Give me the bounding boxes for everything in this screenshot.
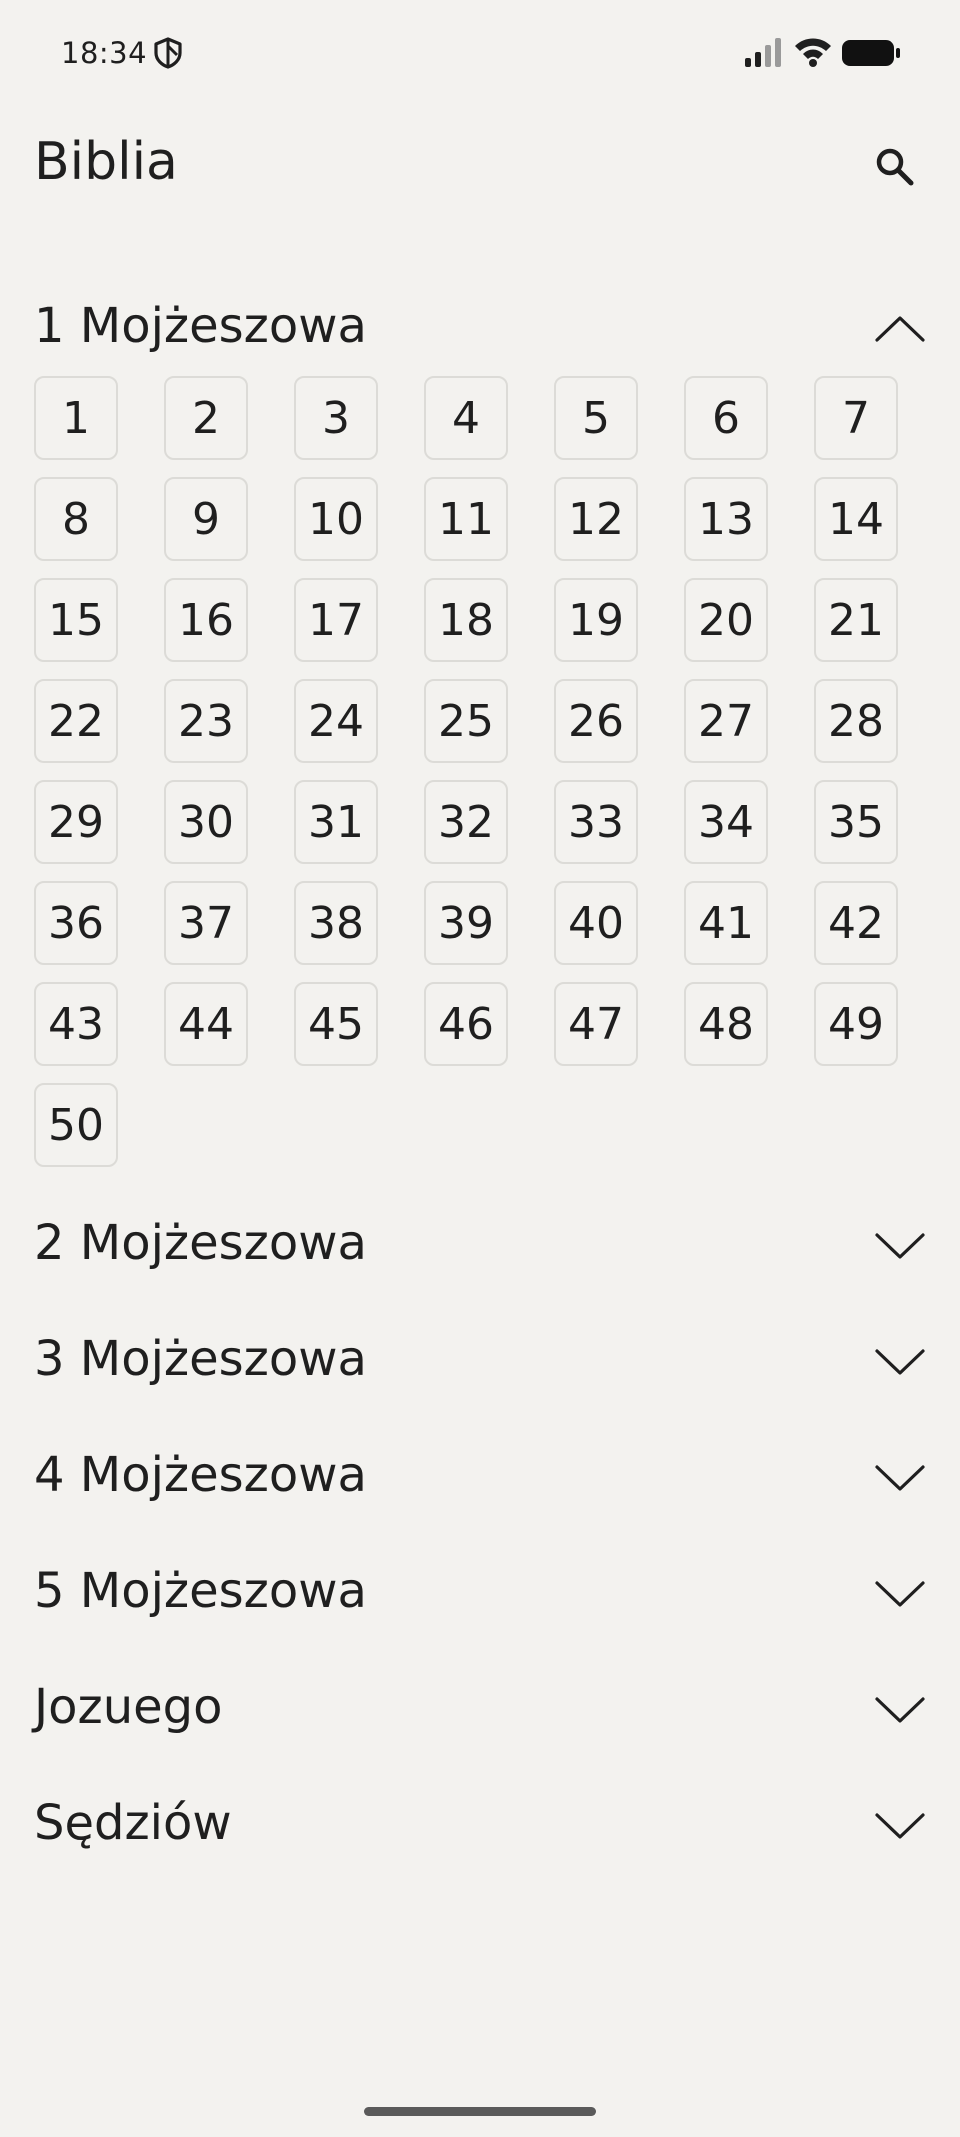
chapter-button[interactable]: 34 (684, 780, 768, 864)
chevron-down-icon (875, 1581, 925, 1607)
chapter-button[interactable]: 28 (814, 679, 898, 763)
book-header[interactable]: 3 Mojżeszowa (0, 1303, 960, 1419)
chapter-button[interactable]: 48 (684, 982, 768, 1066)
chevron-down-icon (875, 1349, 925, 1375)
chapter-button[interactable]: 42 (814, 881, 898, 965)
status-time: 18:34 (61, 36, 148, 70)
book-section: Jozuego (0, 1651, 960, 1767)
chapter-button[interactable]: 7 (814, 376, 898, 460)
chapter-button[interactable]: 25 (424, 679, 508, 763)
cellular-signal-icon (745, 38, 781, 67)
chapter-button[interactable]: 27 (684, 679, 768, 763)
book-title: 5 Mojżeszowa (34, 1563, 367, 1619)
chevron-down-icon (875, 1813, 925, 1839)
chapter-button[interactable]: 31 (294, 780, 378, 864)
chapter-button[interactable]: 29 (34, 780, 118, 864)
book-section: 1 Mojżeszowa 1 2 3 4 5 6 7 8 9 10 11 12 13 14 15 16 17 18… (0, 286, 960, 1187)
chapter-button[interactable]: 22 (34, 679, 118, 763)
chapter-button[interactable]: 21 (814, 578, 898, 662)
chapter-button[interactable]: 24 (294, 679, 378, 763)
chapter-button[interactable]: 49 (814, 982, 898, 1066)
search-button[interactable] (866, 138, 924, 196)
chevron-down-icon (875, 1233, 925, 1259)
chapter-button[interactable]: 32 (424, 780, 508, 864)
chapter-button[interactable]: 47 (554, 982, 638, 1066)
chapter-button[interactable]: 38 (294, 881, 378, 965)
book-section: 5 Mojżeszowa (0, 1535, 960, 1651)
chapter-button[interactable]: 46 (424, 982, 508, 1066)
chapter-button[interactable]: 6 (684, 376, 768, 460)
book-section: Sędziów (0, 1767, 960, 1883)
chapter-button[interactable]: 50 (34, 1083, 118, 1167)
chapter-button[interactable]: 39 (424, 881, 508, 965)
bible-screen: 18:34 Biblia 1 Mojżeszowa 1 2 3 4 5 6 7 … (0, 0, 960, 2137)
chapter-button[interactable]: 19 (554, 578, 638, 662)
chapter-button[interactable]: 41 (684, 881, 768, 965)
chapter-button[interactable]: 33 (554, 780, 638, 864)
chapter-button[interactable]: 9 (164, 477, 248, 561)
book-list: 1 Mojżeszowa 1 2 3 4 5 6 7 8 9 10 11 12 13 14 15 16 17 18… (0, 286, 960, 1883)
book-section: 2 Mojżeszowa (0, 1187, 960, 1303)
shield-icon (154, 37, 182, 69)
chapter-button[interactable]: 14 (814, 477, 898, 561)
chapter-button[interactable]: 2 (164, 376, 248, 460)
chapter-button[interactable]: 5 (554, 376, 638, 460)
wifi-icon (795, 38, 831, 67)
chapter-button[interactable]: 44 (164, 982, 248, 1066)
chapter-button[interactable]: 10 (294, 477, 378, 561)
chapter-button[interactable]: 11 (424, 477, 508, 561)
book-header[interactable]: 4 Mojżeszowa (0, 1419, 960, 1535)
chapter-button[interactable]: 37 (164, 881, 248, 965)
chapter-button[interactable]: 36 (34, 881, 118, 965)
book-title: Sędziów (34, 1795, 232, 1851)
app-header: Biblia (0, 128, 960, 208)
chapter-button[interactable]: 16 (164, 578, 248, 662)
chapter-button[interactable]: 45 (294, 982, 378, 1066)
chapter-button[interactable]: 3 (294, 376, 378, 460)
book-title: 3 Mojżeszowa (34, 1331, 367, 1387)
chevron-up-icon (875, 316, 925, 342)
book-title: 2 Mojżeszowa (34, 1215, 367, 1271)
chapter-button[interactable]: 35 (814, 780, 898, 864)
status-bar: 18:34 (0, 0, 960, 106)
chapter-button[interactable]: 20 (684, 578, 768, 662)
chapter-button[interactable]: 8 (34, 477, 118, 561)
search-icon (876, 148, 914, 186)
book-header[interactable]: 5 Mojżeszowa (0, 1535, 960, 1651)
home-indicator[interactable] (364, 2107, 596, 2116)
chapter-button[interactable]: 23 (164, 679, 248, 763)
chapter-button[interactable]: 40 (554, 881, 638, 965)
chapter-button[interactable]: 30 (164, 780, 248, 864)
book-header[interactable]: Sędziów (0, 1767, 960, 1883)
chapter-button[interactable]: 1 (34, 376, 118, 460)
book-section: 3 Mojżeszowa (0, 1303, 960, 1419)
chapter-button[interactable]: 18 (424, 578, 508, 662)
book-title: Jozuego (34, 1679, 223, 1735)
chevron-down-icon (875, 1697, 925, 1723)
chapter-button[interactable]: 17 (294, 578, 378, 662)
chapter-button[interactable]: 4 (424, 376, 508, 460)
book-header[interactable]: Jozuego (0, 1651, 960, 1767)
chevron-down-icon (875, 1465, 925, 1491)
book-section: 4 Mojżeszowa (0, 1419, 960, 1535)
page-title: Biblia (34, 132, 178, 192)
chapter-button[interactable]: 13 (684, 477, 768, 561)
chapter-button[interactable]: 12 (554, 477, 638, 561)
chapter-button[interactable]: 15 (34, 578, 118, 662)
book-header[interactable]: 2 Mojżeszowa (0, 1187, 960, 1303)
chapter-grid: 1 2 3 4 5 6 7 8 9 10 11 12 13 14 15 16 17 18 19 20 21 22 23 24 2… (34, 370, 904, 1187)
chapter-button[interactable]: 43 (34, 982, 118, 1066)
battery-icon (842, 40, 900, 66)
book-header[interactable]: 1 Mojżeszowa (0, 286, 960, 370)
chapter-button[interactable]: 26 (554, 679, 638, 763)
book-title: 1 Mojżeszowa (34, 298, 367, 354)
book-title: 4 Mojżeszowa (34, 1447, 367, 1503)
